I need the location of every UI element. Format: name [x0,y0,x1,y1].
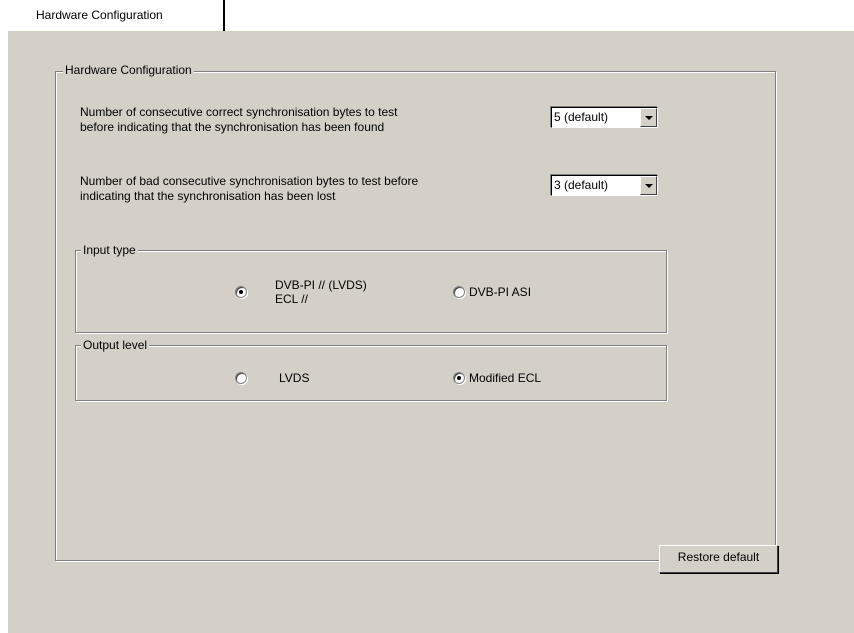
input-type-asi-radio[interactable] [453,286,465,298]
restore-default-label: Restore default [677,550,760,564]
input-type-group-title: Input type [81,243,138,257]
output-level-group [75,345,667,401]
tab-label: Hardware Configuration [36,8,163,22]
hardware-configuration-group-title: Hardware Configuration [63,63,194,77]
chevron-down-icon [645,116,653,120]
output-level-lvds-label[interactable]: LVDS [279,371,309,386]
sync-lost-count-select[interactable]: 3 (default) [551,175,658,196]
tab-page-panel: Hardware Configuration Number of consecu… [8,31,854,633]
output-level-lvds-radio[interactable] [235,372,247,384]
input-type-lvds-ecl-radio[interactable] [235,286,247,298]
chevron-down-icon [645,184,653,188]
input-type-asi-label[interactable]: DVB-PI ASI [469,285,531,300]
sync-lost-description-line2: indicating that the synchronisation has … [80,189,336,203]
sync-lost-count-value: 3 (default) [554,178,609,192]
sync-lost-dropdown-button[interactable] [640,176,657,195]
output-level-modified-ecl-label[interactable]: Modified ECL [469,371,541,386]
sync-found-count-value: 5 (default) [554,110,609,124]
input-type-lvds-ecl-label-line1[interactable]: DVB-PI // (LVDS) [275,278,367,293]
input-type-group [75,250,667,333]
restore-default-button[interactable]: Restore default [659,545,778,573]
output-level-group-title: Output level [81,338,150,352]
tab-hardware-configuration[interactable]: Hardware Configuration [26,0,225,31]
output-level-modified-ecl-radio[interactable] [453,372,465,384]
sync-found-dropdown-button[interactable] [640,108,657,127]
sync-found-description-line1: Number of consecutive correct synchronis… [80,105,398,119]
sync-lost-description-line1: Number of bad consecutive synchronisatio… [80,174,419,188]
sync-found-count-select[interactable]: 5 (default) [551,107,658,128]
input-type-lvds-ecl-label-line2[interactable]: ECL // [275,292,308,307]
sync-found-description-line2: before indicating that the synchronisati… [80,120,385,134]
